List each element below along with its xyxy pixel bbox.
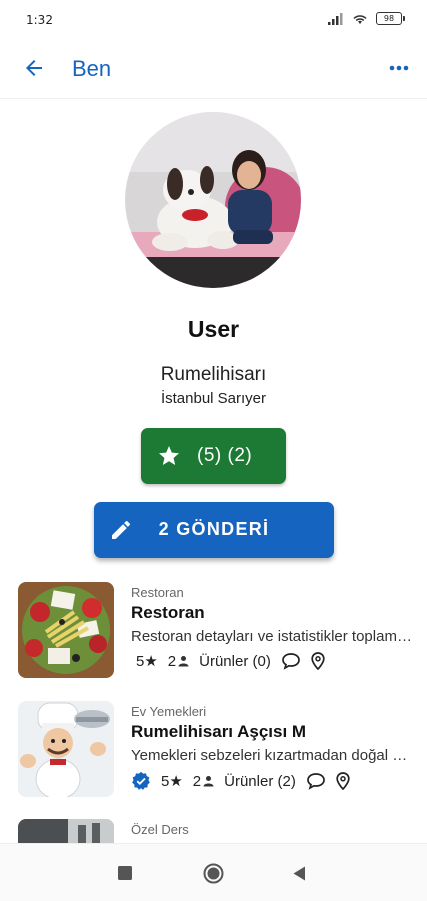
rating-label: (5) (2) — [197, 445, 253, 466]
wifi-icon — [353, 14, 367, 24]
signal-icon — [328, 12, 343, 25]
page-title: Ben — [72, 56, 112, 81]
status-bar: 1:32 98 — [0, 0, 427, 40]
listing-followers: 2 — [192, 772, 202, 790]
battery-level: 98 — [376, 12, 402, 25]
home-icon[interactable] — [203, 863, 224, 884]
listing-products[interactable]: Ürünler (0) — [199, 653, 271, 670]
status-time: 1:32 — [26, 13, 53, 27]
posts-button[interactable]: 2 GÖNDERİ — [94, 502, 334, 558]
location-pin-icon[interactable] — [311, 652, 325, 670]
profile-location-city: İstanbul Sarıyer — [160, 390, 267, 407]
back-nav-icon[interactable] — [293, 866, 306, 881]
listing-description: Restoran detayları ve istatistikler topl… — [131, 628, 413, 645]
listing-name: Restoran — [131, 603, 205, 622]
star-icon — [159, 446, 179, 465]
avatar-photo — [125, 112, 301, 288]
person-icon — [178, 656, 189, 667]
listing-description: Yemekleri sebzeleri kızartmadan doğal ol… — [131, 747, 413, 764]
listing-name: Rumelihisarı Aşçısı M — [131, 722, 307, 741]
status-icons: 98 — [328, 12, 405, 25]
profile-username: User — [187, 316, 240, 342]
more-options-icon[interactable] — [387, 56, 411, 80]
posts-label: 2 GÖNDERİ — [158, 519, 270, 539]
comment-icon[interactable] — [306, 772, 326, 790]
list-item[interactable]: Ev Yemekleri Rumelihisarı Aşçısı M Yemek… — [0, 701, 427, 811]
listing-meta: 5★ 2 Ürünler (0) — [136, 652, 325, 670]
listing-followers: 2 — [167, 652, 177, 670]
listing-rating: 5★ — [136, 653, 158, 670]
profile-location-neighborhood: Rumelihisarı — [160, 364, 267, 385]
system-nav-bar — [0, 843, 427, 901]
list-item[interactable]: Restoran Restoran Restoran detayları ve … — [0, 582, 427, 692]
listing-products[interactable]: Ürünler (2) — [224, 773, 296, 790]
recent-apps-icon[interactable] — [118, 866, 132, 880]
listing-category: Ev Yemekleri — [131, 704, 207, 719]
comment-icon[interactable] — [281, 652, 301, 670]
listing-category: Restoran — [131, 585, 184, 600]
person-icon — [203, 776, 214, 787]
location-pin-icon[interactable] — [336, 772, 350, 790]
list-item[interactable]: Özel Ders — [0, 819, 427, 843]
listing-meta: 5★ 2 Ürünler (2) — [131, 771, 350, 791]
listing-thumbnail — [18, 701, 114, 797]
verified-badge-icon — [132, 771, 150, 790]
listing-rating: 5★ — [161, 773, 183, 790]
listing-thumbnail — [18, 819, 114, 843]
listing-category: Özel Ders — [131, 822, 189, 837]
app-bar: Ben — [0, 40, 427, 99]
profile-avatar[interactable] — [125, 112, 301, 288]
rating-button[interactable]: (5) (2) — [141, 428, 286, 484]
battery-icon: 98 — [376, 12, 405, 25]
listing-thumbnail — [18, 582, 114, 678]
back-arrow-icon[interactable] — [22, 56, 46, 80]
